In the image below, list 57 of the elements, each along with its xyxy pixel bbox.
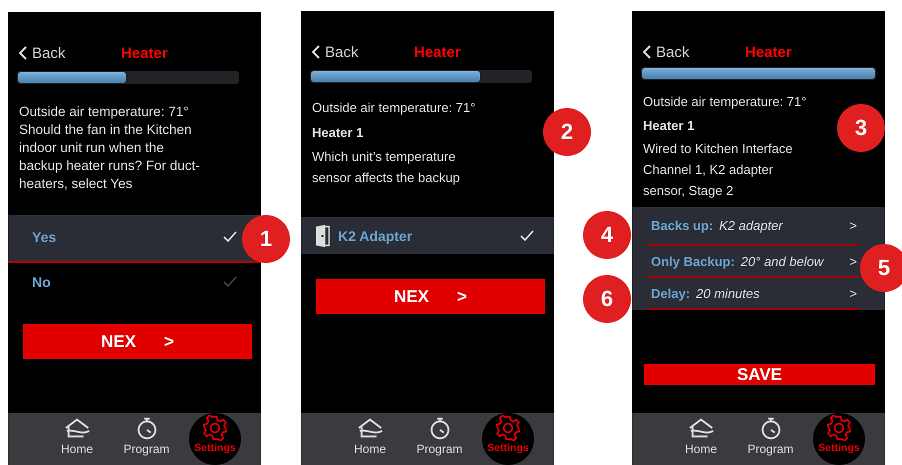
door-icon [315,224,330,248]
nav-tab[interactable]: Settings [813,413,865,465]
nav-tab[interactable]: Settings [482,413,534,465]
setting-label: Delay: [651,286,690,300]
device-label: K2 Adapter [338,228,414,244]
heading-text: Heater 1 [643,118,694,134]
info-text: Outside air temperature: 71° [312,99,476,117]
settings-icon [494,415,522,441]
nav-tab[interactable]: Settings [189,413,241,465]
heading-text: Heater 1 [312,125,364,141]
number-badge: 2 [543,108,591,156]
settings-icon [825,415,853,441]
option-label: Yes [32,229,58,245]
screen-title: Heater [121,44,168,62]
nav-tab[interactable]: Program [412,413,466,465]
nav-tab[interactable]: Program [120,413,174,465]
nav-tab[interactable]: Program [744,413,798,465]
setting-value: 20° and below [740,254,825,268]
nav-tab[interactable]: Home [343,413,397,465]
number-badge: 6 [583,275,631,323]
setting-row[interactable]: Delay: 20 minutes > [647,278,859,310]
option-row[interactable]: No [8,264,261,302]
number-badge: 1 [242,215,290,263]
setting-label: Only Backup: [651,254,735,268]
settings-icon [201,415,229,441]
chevron-right-icon: > [849,254,857,268]
info-text: Wired to Kitchen Interface Channel 1, K2 adapter sensor, Stage 2 [643,140,793,200]
setting-value: 20 minutes [696,286,761,300]
checkmark-icon [223,276,237,288]
option-label: No [32,274,52,290]
chevron-left-icon [643,45,651,59]
back-button[interactable]: Back [643,44,733,60]
info-text: Outside air temperature: 71° Should the fan in the Kitchen indoor unit run when the backup heater runs? For duct- heaters, select Yes [19,103,200,193]
back-button[interactable]: Back [19,44,109,62]
setting-label: Backs up: [651,218,714,233]
next-button[interactable]: NEX > [23,324,252,359]
save-button[interactable]: SAVE [644,364,875,385]
option-row[interactable]: Yes [8,215,261,261]
chevron-right-icon: > [849,286,857,300]
setting-row[interactable]: Backs up: K2 adapter > [647,207,859,246]
checkmark-icon [223,231,237,243]
screen-title: Heater [414,44,461,60]
number-badge: 4 [583,211,631,259]
info-text: Which unit’s temperature sensor affects the backup [312,148,460,187]
nav-tab[interactable]: Home [674,413,728,465]
screen-title: Heater [745,44,792,60]
checkmark-icon [520,230,534,242]
nav-tab[interactable]: Home [50,413,104,465]
setting-value: K2 adapter [719,218,784,233]
device-row[interactable]: K2 Adapter [301,217,554,254]
chevron-right-icon: > [849,218,857,233]
back-button[interactable]: Back [312,44,402,60]
chevron-left-icon [19,46,27,60]
info-text: Outside air temperature: 71° [643,93,806,111]
next-button[interactable]: NEX > [316,279,545,314]
setting-row[interactable]: Only Backup: 20° and below > [647,246,859,278]
chevron-left-icon [312,45,320,59]
